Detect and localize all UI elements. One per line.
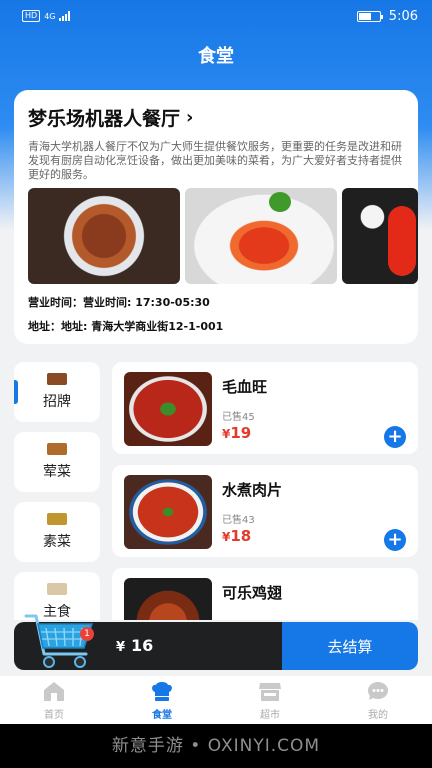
category-item-signature[interactable]: 招牌 [14,362,100,422]
gallery-photo-braised-eggplant[interactable] [28,188,180,284]
category-thumb-icon [47,373,67,385]
category-thumb-icon [47,583,67,595]
dish-photo[interactable] [124,475,212,549]
bottom-tab-bar: 首页 食堂 超市 我的 [0,676,432,724]
add-to-cart-button[interactable]: + [384,529,406,551]
chili-icon [388,206,416,276]
tab-home[interactable]: 首页 [0,676,108,724]
status-bar: HD 4G 5:06 [0,0,432,32]
dish-name: 毛血旺 [222,378,268,396]
dish-price: ¥19 [222,424,251,442]
cart-total: ¥16 [116,636,153,655]
signal-icon [59,11,71,21]
dish-name: 水煮肉片 [222,481,283,499]
tab-label: 超市 [260,709,280,721]
dish-sold-count: 已售45 [222,412,255,423]
status-right: 5:06 [356,8,418,24]
dish-price: ¥18 [222,527,251,545]
chevron-right-icon: › [186,107,194,128]
active-category-indicator [14,380,18,404]
category-label: 素菜 [43,534,71,550]
dish-photo[interactable] [124,372,212,446]
dish-card[interactable]: 可乐鸡翅 [112,568,418,620]
gallery-photo-sweet-sour-pork[interactable] [185,188,337,284]
tab-canteen[interactable]: 食堂 [108,676,216,724]
page-title: 食堂 [198,46,234,67]
garnish-icon [269,192,291,212]
dish-price-value: 18 [230,527,252,545]
dish-sold-count: 已售43 [222,515,255,526]
tab-supermarket[interactable]: 超市 [216,676,324,724]
currency-symbol: ¥ [116,640,126,655]
shop-address: 地址：地址: 青海大学商业街12-1-001 [28,320,224,333]
shop-photo-gallery[interactable] [28,188,418,284]
checkout-button[interactable]: 去结算 [282,622,418,670]
dish-card[interactable]: 水煮肉片 已售43 ¥18 + [112,465,418,557]
category-list: 招牌 荤菜 素菜 主食 [14,362,100,620]
tab-profile[interactable]: 我的 [324,676,432,724]
dish-price-value: 19 [230,424,252,442]
add-to-cart-button[interactable]: + [384,426,406,448]
dish-photo[interactable] [124,578,212,620]
dish-card[interactable]: 毛血旺 已售45 ¥19 + [112,362,418,454]
network-label: 4G [44,11,56,21]
shop-name: 梦乐场机器人餐厅 [28,108,181,130]
chat-bubble-icon [368,681,388,700]
shop-description: 青海大学机器人餐厅不仅为广大师生提供餐饮服务，更重要的任务是改进和研发现有厨房自… [28,140,402,181]
dish-name: 可乐鸡翅 [222,584,283,602]
tab-label: 我的 [368,709,388,721]
home-icon [44,681,64,701]
category-item-meat[interactable]: 荤菜 [14,432,100,492]
business-hours: 营业时间：营业时间: 17:30-05:30 [28,296,210,309]
category-label: 荤菜 [43,464,71,480]
category-label: 招牌 [43,394,71,410]
status-left: HD 4G [22,10,71,22]
status-time: 5:06 [388,8,418,24]
shop-info-card: 梦乐场机器人餐厅 › 青海大学机器人餐厅不仅为广大师生提供餐饮服务，更重要的任务… [14,90,418,344]
hd-badge: HD [22,10,41,22]
store-icon [259,682,281,701]
tab-label: 食堂 [152,709,172,721]
category-item-vegetable[interactable]: 素菜 [14,502,100,562]
dish-list: 毛血旺 已售45 ¥19 + 水煮肉片 已售43 ¥18 + 可乐鸡翅 [112,362,418,620]
chef-hat-icon [152,681,172,701]
battery-icon [356,10,383,22]
category-thumb-icon [47,443,67,455]
shop-name-link[interactable]: 梦乐场机器人餐厅 › [28,104,193,131]
category-thumb-icon [47,513,67,525]
cart-total-value: 16 [131,636,154,655]
cart-count-badge: 1 [80,627,94,641]
tab-label: 首页 [44,709,64,721]
watermark-banner: 新意手游 • OXINYI.COM [0,724,432,768]
gallery-photo-chili-dish[interactable] [342,188,418,284]
